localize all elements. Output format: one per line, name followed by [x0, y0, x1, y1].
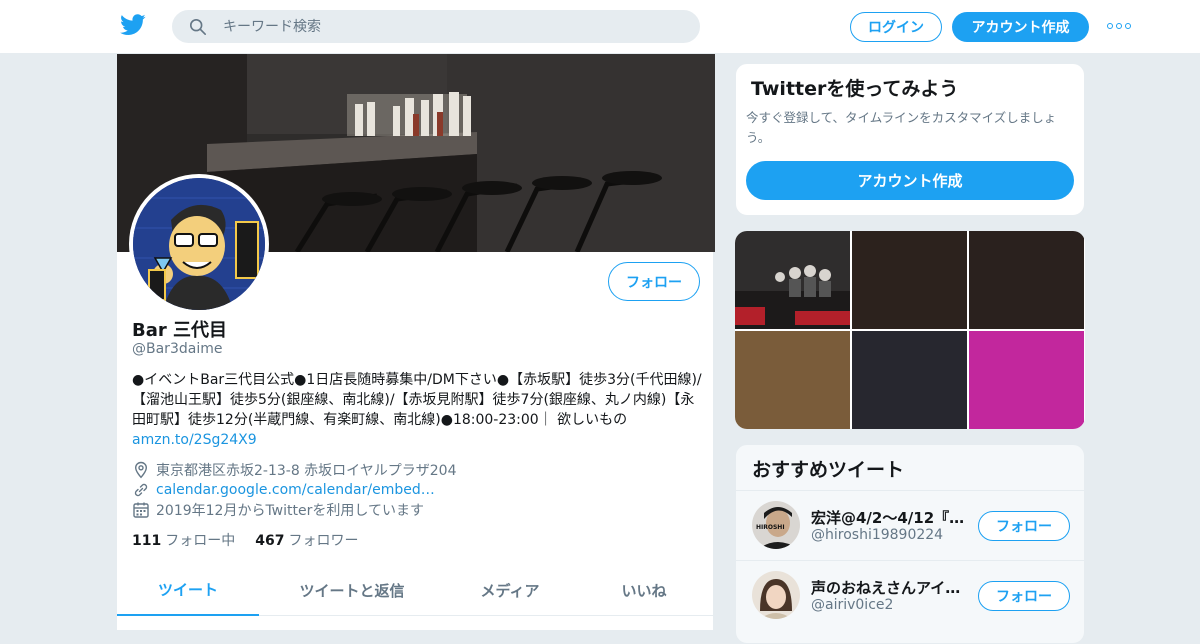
recommended-card: おすすめツイート HIROSHI 宏洋@4/2〜4/12『へ… @hiroshi…: [735, 444, 1085, 644]
profile-bio: ●イベントBar三代目公式●1日店長随時募集中/DM下さい●【赤坂駅】徒歩3分(…: [132, 370, 702, 450]
profile-url-link[interactable]: calendar.google.com/calendar/embed…: [156, 482, 435, 498]
profile-joined: 2019年12月からTwitterを利用しています: [132, 500, 692, 520]
following-count: 111: [132, 533, 162, 549]
signup-prompt-text: 今すぐ登録して、タイムラインをカスタマイズしましょう。: [746, 110, 1057, 145]
location-icon: [134, 461, 148, 479]
profile-column: フォロー Bar 三代目 @Bar3daime ●イベントBar三代目公式●1日…: [116, 54, 715, 630]
profile-avatar[interactable]: [129, 174, 269, 314]
media-thumb-2[interactable]: [852, 231, 967, 329]
bio-text: ●イベントBar三代目公式●1日店長随時募集中/DM下さい●【赤坂駅】徒歩3分(…: [132, 372, 702, 428]
profile-url: calendar.google.com/calendar/embed…: [132, 480, 692, 500]
recommended-user-2[interactable]: 声のおねえさんアイ… @airiv0ice2 フォロー: [736, 560, 1084, 630]
media-thumb-1[interactable]: [735, 231, 850, 329]
recommended-name: 宏洋@4/2〜4/12『へ…: [811, 509, 971, 527]
followers-stat[interactable]: 467 フォロワー: [255, 530, 358, 550]
followers-count: 467: [255, 533, 285, 549]
twitter-bird-icon[interactable]: [120, 14, 146, 36]
follow-button[interactable]: フォロー: [978, 581, 1070, 611]
location-text: 東京都港区赤坂2-13-8 赤坂ロイヤルプラザ204: [156, 463, 457, 479]
recommended-handle: @airiv0ice2: [811, 597, 894, 613]
follow-button[interactable]: フォロー: [978, 511, 1070, 541]
recommended-title: おすすめツイート: [752, 459, 905, 481]
profile-handle[interactable]: @Bar3daime: [132, 341, 222, 357]
login-button[interactable]: ログイン: [850, 12, 942, 42]
media-thumb-6[interactable]: [969, 331, 1084, 429]
signup-prompt-button[interactable]: アカウント作成: [746, 161, 1074, 200]
followers-label: フォロワー: [288, 533, 359, 549]
link-icon: [134, 483, 148, 497]
avatar[interactable]: HIROSHI: [752, 501, 800, 549]
media-thumb-4[interactable]: [735, 331, 850, 429]
following-stat[interactable]: 111 フォロー中: [132, 530, 235, 550]
joined-text: 2019年12月からTwitterを利用しています: [156, 503, 424, 519]
follow-button[interactable]: フォロー: [608, 262, 700, 301]
media-thumb-5[interactable]: [852, 331, 967, 429]
avatar[interactable]: [752, 571, 800, 619]
profile-tabs: ツイート ツイートと返信 メディア いいね: [117, 564, 713, 616]
media-grid: [735, 231, 1085, 429]
tab-media[interactable]: メディア: [445, 564, 575, 616]
top-bar: ログイン アカウント作成: [0, 0, 1200, 54]
bio-link[interactable]: amzn.to/2Sg24X9: [132, 432, 257, 448]
recommended-name: 声のおねえさんアイ…: [811, 579, 961, 597]
signup-button[interactable]: アカウント作成: [952, 12, 1089, 42]
search-box[interactable]: [172, 10, 700, 43]
tab-tweets[interactable]: ツイート: [117, 564, 259, 616]
more-dots-icon[interactable]: [1107, 18, 1131, 34]
signup-prompt-title: Twitterを使ってみよう: [751, 78, 959, 100]
profile-location: 東京都港区赤坂2-13-8 赤坂ロイヤルプラザ204: [132, 460, 692, 480]
signup-prompt-card: Twitterを使ってみよう 今すぐ登録して、タイムラインをカスタマイズしましょ…: [735, 63, 1085, 216]
search-icon: [189, 18, 207, 36]
tab-likes[interactable]: いいね: [575, 564, 713, 616]
media-thumb-3[interactable]: [969, 231, 1084, 329]
recommended-handle: @hiroshi19890224: [811, 527, 944, 543]
following-label: フォロー中: [165, 533, 236, 549]
tab-tweets-replies[interactable]: ツイートと返信: [259, 564, 445, 616]
profile-name: Bar 三代目: [132, 320, 228, 341]
profile-stats: 111 フォロー中 467 フォロワー: [132, 530, 358, 550]
recommended-user-1[interactable]: HIROSHI 宏洋@4/2〜4/12『へ… @hiroshi19890224 …: [736, 490, 1084, 560]
avatar-lettering: HIROSHI: [756, 524, 785, 531]
calendar-icon: [133, 502, 149, 518]
search-input[interactable]: [223, 11, 683, 42]
